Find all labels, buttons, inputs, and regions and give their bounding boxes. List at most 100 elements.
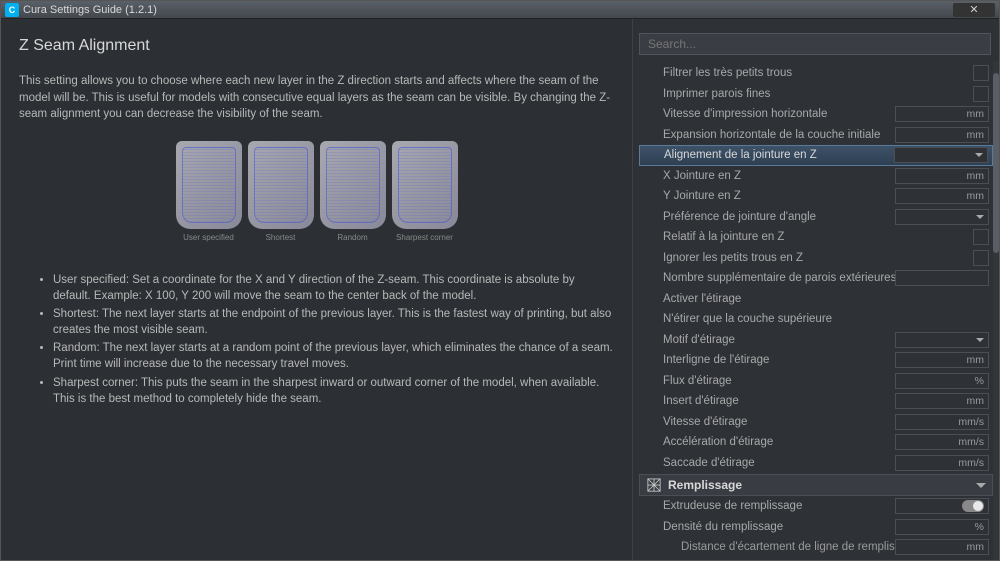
- settings-list: Filtrer les très petits trous Imprimer pa…: [639, 63, 993, 473]
- setting-row[interactable]: Saccade d'étiragemm/s: [639, 453, 993, 474]
- setting-dropdown[interactable]: [895, 209, 989, 225]
- setting-label: Expansion horizontale de la couche initi…: [663, 129, 895, 141]
- setting-row[interactable]: Imprimer parois fines: [639, 84, 993, 105]
- scrollbar[interactable]: [993, 61, 999, 560]
- thumbnail: Random: [320, 141, 386, 242]
- category-label: Remplissage: [668, 478, 976, 492]
- setting-toggle-field[interactable]: [895, 498, 989, 514]
- infill-icon: [646, 477, 662, 493]
- bullet: Shortest: The next layer starts at the e…: [53, 306, 614, 338]
- setting-label: Y Jointure en Z: [663, 190, 895, 202]
- setting-label: Relatif à la jointure en Z: [663, 231, 973, 243]
- setting-value-field[interactable]: mm: [895, 127, 989, 143]
- setting-dropdown[interactable]: [895, 332, 989, 348]
- setting-label: Alignement de la jointure en Z: [664, 149, 894, 161]
- thumbnail-image: [320, 141, 386, 229]
- setting-value-field[interactable]: mm: [895, 539, 989, 555]
- titlebar: C Cura Settings Guide (1.2.1) ✕: [1, 1, 999, 19]
- thumbnail-label: Sharpest corner: [396, 233, 453, 242]
- setting-label: Insert d'étirage: [663, 395, 895, 407]
- setting-label: Nombre supplémentaire de parois extérieu…: [663, 272, 895, 284]
- setting-row[interactable]: Extrudeuse de remplissage: [639, 496, 993, 517]
- setting-row[interactable]: Interligne de l'étiragemm: [639, 350, 993, 371]
- setting-value-field[interactable]: %: [895, 519, 989, 535]
- setting-value-field[interactable]: mm/s: [895, 455, 989, 471]
- bullet: User specified: Set a coordinate for the…: [53, 272, 614, 304]
- setting-checkbox[interactable]: [973, 229, 989, 245]
- thumbnail-label: Shortest: [266, 233, 296, 242]
- setting-label: Motif d'étirage: [663, 334, 895, 346]
- setting-label: Préférence de jointure d'angle: [663, 211, 895, 223]
- setting-row[interactable]: Filtrer les très petits trous: [639, 63, 993, 84]
- setting-value-field[interactable]: mm: [895, 106, 989, 122]
- setting-checkbox[interactable]: [973, 250, 989, 266]
- setting-label: Interligne de l'étirage: [663, 354, 895, 366]
- article-description: This setting allows you to choose where …: [19, 73, 614, 123]
- setting-row[interactable]: Motif d'étirage: [639, 330, 993, 351]
- setting-row[interactable]: Insert d'étiragemm: [639, 391, 993, 412]
- setting-checkbox[interactable]: [973, 86, 989, 102]
- settings-list-2: Extrudeuse de remplissage Densité du remp…: [639, 496, 993, 558]
- setting-value-field[interactable]: mm: [895, 393, 989, 409]
- setting-label: Activer l'étirage: [663, 293, 993, 305]
- setting-row[interactable]: X Jointure en Zmm: [639, 166, 993, 187]
- setting-row[interactable]: Expansion horizontale de la couche initi…: [639, 125, 993, 146]
- setting-label: Vitesse d'impression horizontale: [663, 108, 895, 120]
- setting-label: Flux d'étirage: [663, 375, 895, 387]
- setting-label: Filtrer les très petits trous: [663, 67, 973, 79]
- setting-dropdown[interactable]: [894, 147, 988, 163]
- setting-value-field[interactable]: mm: [895, 352, 989, 368]
- thumbnail: Sharpest corner: [392, 141, 458, 242]
- bullet-list: User specified: Set a coordinate for the…: [19, 272, 614, 407]
- article-title: Z Seam Alignment: [19, 37, 614, 55]
- app-window: C Cura Settings Guide (1.2.1) ✕ Z Seam A…: [0, 0, 1000, 561]
- setting-label: X Jointure en Z: [663, 170, 895, 182]
- setting-row[interactable]: Y Jointure en Zmm: [639, 186, 993, 207]
- toggle-switch[interactable]: [962, 500, 984, 512]
- setting-row[interactable]: Relatif à la jointure en Z: [639, 227, 993, 248]
- setting-checkbox[interactable]: [973, 65, 989, 81]
- search-input[interactable]: [639, 33, 991, 55]
- setting-row[interactable]: Vitesse d'étiragemm/s: [639, 412, 993, 433]
- setting-label: Imprimer parois fines: [663, 88, 973, 100]
- thumbnail: Shortest: [248, 141, 314, 242]
- setting-row[interactable]: Flux d'étirage%: [639, 371, 993, 392]
- setting-row[interactable]: Distance d'écartement de ligne de rempli…: [639, 537, 993, 558]
- window-title: Cura Settings Guide (1.2.1): [23, 4, 953, 16]
- app-icon: C: [5, 3, 19, 17]
- setting-value-field[interactable]: mm: [895, 168, 989, 184]
- setting-value-field[interactable]: mm/s: [895, 434, 989, 450]
- thumbnail-image: [176, 141, 242, 229]
- bullet: Random: The next layer starts at a rando…: [53, 340, 614, 372]
- setting-label: Vitesse d'étirage: [663, 416, 895, 428]
- thumbnail-label: Random: [337, 233, 367, 242]
- setting-label: N'étirer que la couche supérieure: [663, 313, 993, 325]
- setting-row[interactable]: Accélération d'étiragemm/s: [639, 432, 993, 453]
- close-button[interactable]: ✕: [953, 3, 995, 17]
- setting-label: Distance d'écartement de ligne de rempli…: [681, 541, 895, 553]
- setting-row[interactable]: Activer l'étirage: [639, 289, 993, 310]
- setting-label: Extrudeuse de remplissage: [663, 500, 895, 512]
- setting-row[interactable]: ▶Alignement de la jointure en Z: [639, 145, 993, 166]
- setting-value-field[interactable]: %: [895, 373, 989, 389]
- setting-value-field[interactable]: [895, 270, 989, 286]
- scroll-thumb[interactable]: [993, 73, 999, 253]
- article-panel: Z Seam Alignment This setting allows you…: [1, 19, 633, 560]
- thumbnail-image: [248, 141, 314, 229]
- settings-panel: Filtrer les très petits trous Imprimer pa…: [633, 19, 999, 560]
- thumbnail: User specified: [176, 141, 242, 242]
- setting-row[interactable]: Densité du remplissage%: [639, 517, 993, 538]
- setting-row[interactable]: Préférence de jointure d'angle: [639, 207, 993, 228]
- setting-row[interactable]: N'étirer que la couche supérieure: [639, 309, 993, 330]
- setting-value-field[interactable]: mm/s: [895, 414, 989, 430]
- category-row[interactable]: Remplissage: [639, 474, 993, 496]
- setting-row[interactable]: Nombre supplémentaire de parois extérieu…: [639, 268, 993, 289]
- setting-value-field[interactable]: mm: [895, 188, 989, 204]
- thumbnail-row: User specified Shortest Random Sharpest …: [19, 141, 614, 242]
- setting-label: Densité du remplissage: [663, 521, 895, 533]
- thumbnail-label: User specified: [183, 233, 234, 242]
- content: Z Seam Alignment This setting allows you…: [1, 19, 999, 560]
- setting-row[interactable]: Vitesse d'impression horizontalemm: [639, 104, 993, 125]
- bullet: Sharpest corner: This puts the seam in t…: [53, 375, 614, 407]
- setting-row[interactable]: Ignorer les petits trous en Z: [639, 248, 993, 269]
